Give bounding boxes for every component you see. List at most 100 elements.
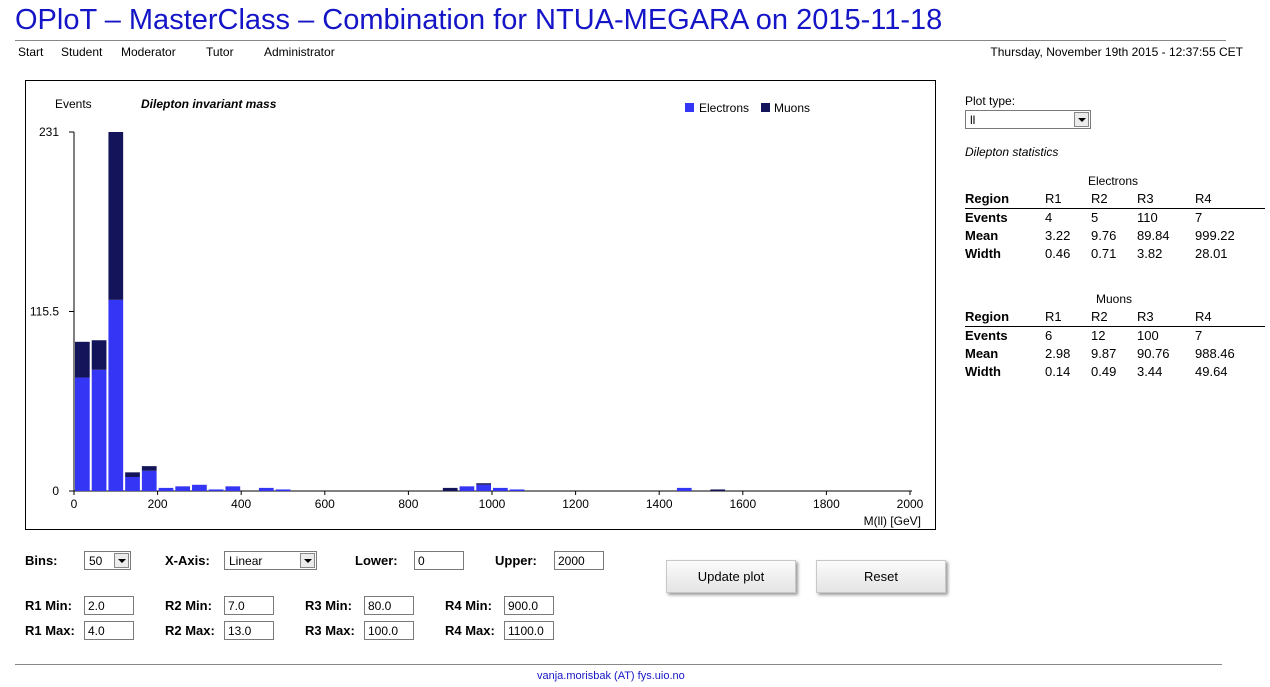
x-tick-label: 200 <box>148 497 168 511</box>
electron-bar <box>493 487 508 491</box>
muon-bar <box>141 466 157 471</box>
nav-start[interactable]: Start <box>18 45 43 59</box>
electron-bar <box>275 489 291 491</box>
stats-row: Events 4 5 110 7 <box>965 209 1265 228</box>
y-tick-label: 0 <box>52 484 59 498</box>
stats-cell: 999.22 <box>1195 227 1235 243</box>
stats-header-cell: R1 <box>1045 190 1091 209</box>
muon-bar <box>442 487 458 491</box>
x-tick-label: 600 <box>315 497 335 511</box>
r3-min-input[interactable]: 80.0 <box>364 596 414 615</box>
r2-min-label: R2 Min: <box>165 598 212 613</box>
stats-cell: 5 <box>1091 209 1099 225</box>
stats-cell: 2.98 <box>1045 345 1071 361</box>
stats-cell: 988.46 <box>1195 345 1235 361</box>
r4-max-input[interactable]: 1100.0 <box>504 621 554 640</box>
stats-cell: 0.49 <box>1091 363 1117 379</box>
r3-min-label: R3 Min: <box>305 598 352 613</box>
x-axis-label: M(ll) [GeV] <box>864 514 921 528</box>
stats-header-cell: R2 <box>1091 190 1137 209</box>
chevron-down-icon <box>1074 112 1089 127</box>
stats-cell: 0.14 <box>1045 363 1071 379</box>
upper-label: Upper: <box>495 553 537 568</box>
bins-label: Bins: <box>25 553 58 568</box>
stats-cell: Events <box>965 209 1008 225</box>
r1-max-label: R1 Max: <box>25 623 75 638</box>
legend-swatch-electrons <box>685 103 694 112</box>
stats-header-cell: R1 <box>1045 308 1091 327</box>
x-tick-label: 1000 <box>479 497 506 511</box>
muon-bar <box>476 483 491 485</box>
stats-cell: Mean <box>965 227 999 243</box>
r1-min-input[interactable]: 2.0 <box>84 596 134 615</box>
r3-max-input[interactable]: 100.0 <box>364 621 414 640</box>
stats-cell: Events <box>965 327 1008 343</box>
stats-cell: 0.46 <box>1045 245 1071 261</box>
lower-input[interactable]: 0 <box>414 551 464 570</box>
r2-max-label: R2 Max: <box>165 623 215 638</box>
xaxis-value: Linear <box>229 554 263 568</box>
nav-moderator[interactable]: Moderator <box>121 45 176 59</box>
electron-bar <box>158 487 174 491</box>
y-axis-label: Events <box>55 97 92 111</box>
stats-cell: 7 <box>1195 209 1203 225</box>
legend-label-electrons: Electrons <box>699 101 749 115</box>
stats-cell: Width <box>965 245 1001 261</box>
electron-bar <box>476 484 491 491</box>
chevron-down-icon <box>300 553 315 568</box>
stats-header-cell: R3 <box>1137 190 1195 209</box>
stats-cell: 49.64 <box>1195 363 1228 379</box>
electron-bar <box>258 487 274 491</box>
stats-header-cell: R2 <box>1091 308 1137 327</box>
stats-cell: 100 <box>1137 327 1159 343</box>
electron-bar <box>459 486 475 491</box>
footer-email-link[interactable]: vanja.morisbak (AT) fys.uio.no <box>537 670 685 682</box>
stats-cell: 9.87 <box>1091 345 1117 361</box>
stats-title: Dilepton statistics <box>965 145 1059 159</box>
x-tick-label: 1400 <box>646 497 673 511</box>
r1-max-input[interactable]: 4.0 <box>84 621 134 640</box>
stats-row: Events 6 12 100 7 <box>965 327 1265 346</box>
stats-header-cell: R4 <box>1195 308 1265 327</box>
electron-bar <box>141 470 157 491</box>
muon-bar <box>125 472 140 478</box>
xaxis-select[interactable]: Linear <box>224 551 317 570</box>
stats-header-cell: Region <box>965 190 1045 209</box>
stats-header-row: Region R1 R2 R3 R4 <box>965 190 1265 209</box>
nav-administrator[interactable]: Administrator <box>264 45 335 59</box>
electrons-table-title: Electrons <box>1088 174 1139 188</box>
update-plot-button[interactable]: Update plot <box>666 560 796 593</box>
chart-title: Dilepton invariant mass <box>141 97 277 111</box>
x-tick-label: 800 <box>398 497 418 511</box>
bins-select[interactable]: 50 <box>84 551 131 570</box>
x-tick-label: 1200 <box>562 497 589 511</box>
x-tick-label: 400 <box>231 497 251 511</box>
r1-min-label: R1 Min: <box>25 598 72 613</box>
stats-cell: 90.76 <box>1137 345 1170 361</box>
nav-tutor[interactable]: Tutor <box>206 45 234 59</box>
xaxis-label: X-Axis: <box>165 553 210 568</box>
stats-cell: 7 <box>1195 327 1203 343</box>
electron-bar <box>91 369 107 491</box>
title-divider <box>15 40 1226 41</box>
muon-bar <box>710 489 726 491</box>
r3-max-label: R3 Max: <box>305 623 355 638</box>
reset-button[interactable]: Reset <box>816 560 946 593</box>
lower-label: Lower: <box>355 553 398 568</box>
r2-max-input[interactable]: 13.0 <box>224 621 274 640</box>
nav-student[interactable]: Student <box>61 45 102 59</box>
plot-type-select[interactable]: ll <box>965 110 1091 129</box>
electron-bar <box>108 299 124 491</box>
electron-bar <box>175 486 191 491</box>
stats-cell: 3.82 <box>1137 245 1163 261</box>
upper-input[interactable]: 2000 <box>554 551 604 570</box>
stats-header-cell: R3 <box>1137 308 1195 327</box>
r4-min-input[interactable]: 900.0 <box>504 596 554 615</box>
bins-value: 50 <box>89 554 103 568</box>
stats-row: Mean 3.22 9.76 89.84 999.22 <box>965 227 1265 245</box>
stats-cell: 89.84 <box>1137 227 1170 243</box>
stats-cell: Mean <box>965 345 999 361</box>
x-tick-label: 0 <box>71 497 78 511</box>
r2-min-input[interactable]: 7.0 <box>224 596 274 615</box>
electron-bar <box>509 489 525 491</box>
